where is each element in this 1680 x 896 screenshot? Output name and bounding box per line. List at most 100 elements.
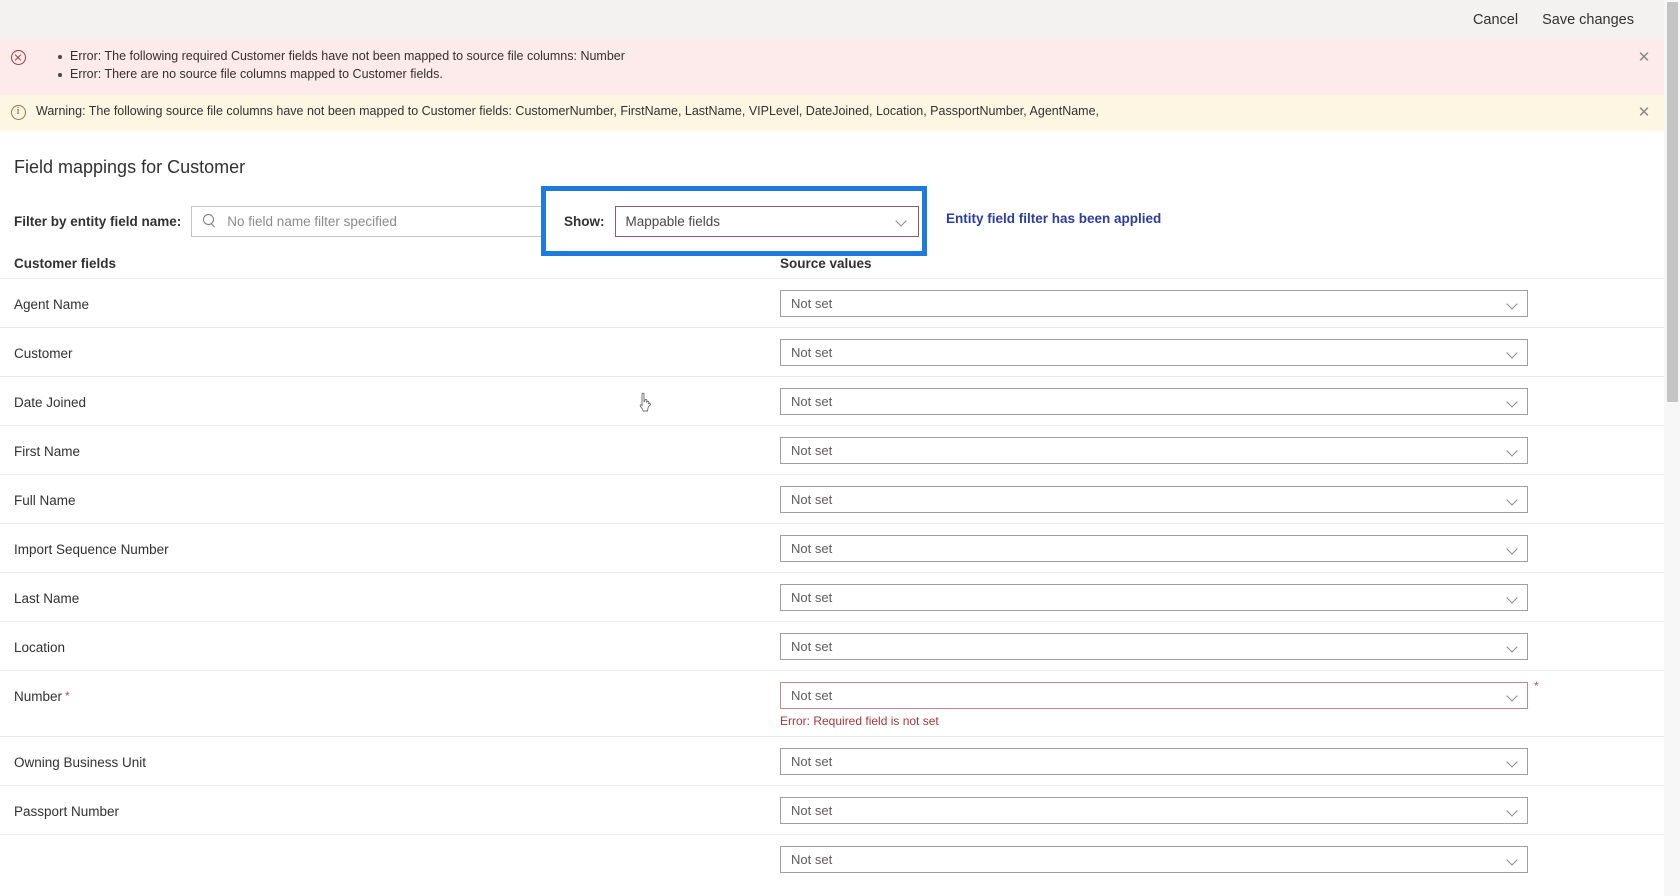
field-name-label: Agent Name xyxy=(14,297,90,312)
cancel-button[interactable]: Cancel xyxy=(1463,6,1528,34)
entity-field-filter-applied-text: Entity field filter has been applied xyxy=(946,211,1162,226)
table-row: Customer Not set xyxy=(0,327,1680,376)
field-name-label: Location xyxy=(14,640,66,655)
source-value-cell: Not set xyxy=(780,328,1680,366)
field-name-cell: Owning Business Unit xyxy=(14,737,780,770)
chevron-down-icon xyxy=(1507,592,1519,604)
show-label: Show: xyxy=(564,213,605,229)
field-name-filter-box[interactable] xyxy=(191,205,544,237)
table-row: Location Not set xyxy=(0,621,1680,670)
source-value-text: Not set xyxy=(791,345,833,360)
source-value-dropdown[interactable]: Not set xyxy=(780,290,1528,317)
show-dropdown-value: Mappable fields xyxy=(625,213,721,229)
source-value-dropdown[interactable]: Not set xyxy=(780,535,1528,562)
source-value-cell: Not set xyxy=(780,426,1680,464)
close-warning-bar-button[interactable]: ✕ xyxy=(1634,103,1654,123)
source-value-text: Not set xyxy=(791,443,833,458)
chevron-down-icon xyxy=(1507,756,1519,768)
table-row: Date Joined Not set xyxy=(0,376,1680,425)
error-icon-wrap xyxy=(0,49,36,65)
warning-message-bar: Warning: The following source file colum… xyxy=(0,95,1680,131)
search-icon xyxy=(203,214,217,228)
field-name-cell: Location xyxy=(14,622,780,655)
field-name-cell: First Name xyxy=(14,426,780,459)
source-value-dropdown[interactable]: Not set xyxy=(780,486,1528,513)
field-name-cell: Import Sequence Number xyxy=(14,524,780,557)
warning-text: Warning: The following source file colum… xyxy=(36,104,1100,118)
source-value-text: Not set xyxy=(791,394,833,409)
source-value-cell: Not set xyxy=(780,622,1680,660)
source-value-cell: Not set xyxy=(780,475,1680,513)
show-filter-highlight: Show: Mappable fields xyxy=(541,186,927,256)
source-value-cell: Not set xyxy=(780,524,1680,562)
source-value-dropdown[interactable]: Not set xyxy=(780,682,1528,709)
source-value-dropdown[interactable]: Not set xyxy=(780,388,1528,415)
field-name-cell: Customer xyxy=(14,328,780,361)
required-asterisk-icon: * xyxy=(65,689,70,703)
filter-toolbar: Filter by entity field name: Show: Mappa… xyxy=(0,186,1680,412)
chevron-down-icon xyxy=(1507,298,1519,310)
source-value-dropdown[interactable]: Not set xyxy=(780,339,1528,366)
scrollbar-thumb[interactable] xyxy=(1667,2,1678,402)
source-value-dropdown[interactable]: Not set xyxy=(780,748,1528,775)
field-name-label: First Name xyxy=(14,444,81,459)
source-value-dropdown[interactable]: Not set xyxy=(780,584,1528,611)
source-value-text: Not set xyxy=(791,754,833,769)
vertical-scrollbar[interactable] xyxy=(1664,0,1680,896)
chevron-down-icon xyxy=(1507,641,1519,653)
table-row: Last Name Not set xyxy=(0,572,1680,621)
error-message-body: Error: The following required Customer f… xyxy=(36,49,1680,85)
source-value-text: Not set xyxy=(791,803,833,818)
page-title: Field mappings for Customer xyxy=(14,157,246,177)
source-value-text: Not set xyxy=(791,590,833,605)
table-row: Agent Name Not set xyxy=(0,278,1680,327)
source-value-text: Not set xyxy=(791,492,833,507)
source-value-cell: Not set xyxy=(780,279,1680,317)
field-name-cell xyxy=(14,835,780,853)
show-dropdown[interactable]: Mappable fields xyxy=(614,205,919,237)
field-name-label: Import Sequence Number xyxy=(14,542,169,557)
source-value-cell: Not set xyxy=(780,737,1680,775)
source-value-cell: Not set xyxy=(780,377,1680,415)
table-row: Import Sequence Number Not set xyxy=(0,523,1680,572)
field-name-cell: Passport Number xyxy=(14,786,780,819)
field-error-text: Error: Required field is not set xyxy=(780,714,939,728)
field-name-cell: Agent Name xyxy=(14,279,780,312)
error-list-item: Error: The following required Customer f… xyxy=(58,49,1620,64)
required-asterisk-icon: * xyxy=(1534,679,1539,693)
chevron-down-icon xyxy=(1507,445,1519,457)
field-name-cell: Number * xyxy=(14,671,780,704)
source-value-dropdown[interactable]: Not set xyxy=(780,437,1528,464)
field-name-label: Number xyxy=(14,689,63,704)
source-value-text: Not set xyxy=(791,688,833,703)
table-row: Full Name Not set xyxy=(0,474,1680,523)
source-value-text: Not set xyxy=(791,541,833,556)
close-error-bar-button[interactable]: ✕ xyxy=(1634,48,1654,68)
error-circle-x-icon xyxy=(10,50,26,65)
chevron-down-icon xyxy=(1507,396,1519,408)
field-name-cell: Date Joined xyxy=(14,377,780,410)
error-list: Error: The following required Customer f… xyxy=(36,49,1620,82)
source-value-text: Not set xyxy=(791,639,833,654)
save-changes-button[interactable]: Save changes xyxy=(1532,6,1644,34)
source-value-dropdown[interactable]: Not set xyxy=(780,846,1528,873)
chevron-down-icon xyxy=(1507,494,1519,506)
field-mappings-table: Customer fields Source values Agent Name… xyxy=(0,248,1680,883)
chevron-down-icon xyxy=(896,215,908,227)
warning-message-body: Warning: The following source file colum… xyxy=(36,104,1680,119)
field-name-label: Passport Number xyxy=(14,804,120,819)
field-name-label: Customer xyxy=(14,346,73,361)
source-value-dropdown[interactable]: Not set xyxy=(780,797,1528,824)
table-row: Owning Business Unit Not set xyxy=(0,736,1680,785)
field-name-filter-input[interactable] xyxy=(225,212,535,230)
chevron-down-icon xyxy=(1507,347,1519,359)
chevron-down-icon xyxy=(1507,690,1519,702)
table-body: Agent Name Not set Customer Not set Date Joi… xyxy=(0,278,1680,883)
source-value-dropdown[interactable]: Not set xyxy=(780,633,1528,660)
page-content: Field mappings for Customer Filter by en… xyxy=(0,131,1680,883)
table-row: Not set xyxy=(0,834,1680,883)
field-name-label: Owning Business Unit xyxy=(14,755,147,770)
field-mappings-page: Cancel Save changes Error: The following… xyxy=(0,0,1680,896)
chevron-down-icon xyxy=(1507,805,1519,817)
warning-icon-wrap xyxy=(0,104,36,120)
